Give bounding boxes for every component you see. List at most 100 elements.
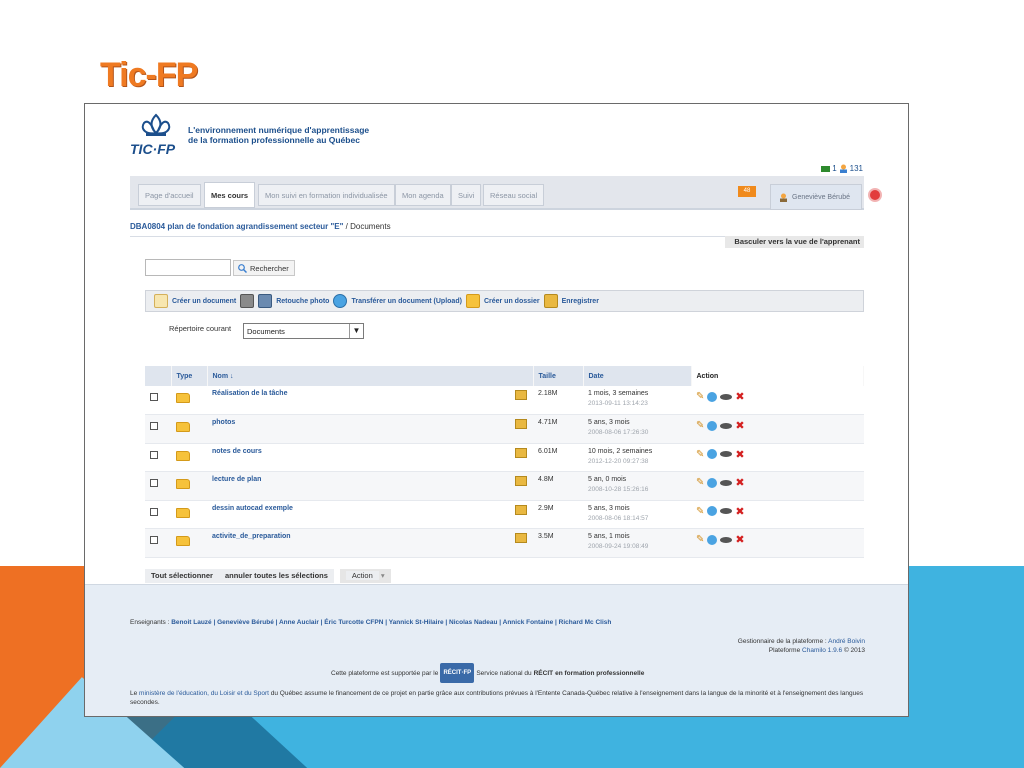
file-size: 4.71M bbox=[533, 414, 583, 444]
file-size: 6.01M bbox=[533, 443, 583, 473]
teachers-links[interactable]: Benoit Lauzé | Geneviève Bérubé | Anne A… bbox=[171, 619, 611, 626]
table-header-row: Type Nom ↓ Taille Date Action bbox=[145, 366, 864, 386]
edit-icon[interactable]: ✎ bbox=[696, 534, 704, 545]
row-checkbox[interactable] bbox=[150, 422, 158, 431]
tab-home[interactable]: Page d'accueil bbox=[138, 184, 201, 206]
file-timestamp: 2012-12-20 09:27:38 bbox=[588, 457, 649, 465]
move-icon[interactable] bbox=[707, 391, 718, 402]
file-name-link[interactable]: activite_de_preparation bbox=[212, 533, 291, 540]
record-icon bbox=[543, 294, 558, 308]
folder-download-icon[interactable] bbox=[515, 533, 527, 544]
teachers-label: Enseignants : bbox=[130, 619, 170, 626]
row-checkbox[interactable] bbox=[150, 536, 158, 545]
tab-social-network[interactable]: Réseau social bbox=[483, 184, 545, 206]
tab-agenda[interactable]: Mon agenda bbox=[395, 184, 451, 206]
visibility-eye-icon[interactable] bbox=[720, 451, 733, 458]
row-checkbox[interactable] bbox=[150, 479, 158, 488]
search-button[interactable]: Rechercher bbox=[233, 260, 295, 276]
table-row: notes de cours 6.01M 10 mois, 2 semaines 20… bbox=[145, 443, 864, 473]
folder-download-icon[interactable] bbox=[515, 504, 527, 515]
support-notice: Cette plateforme est supportée par le RÉ… bbox=[331, 663, 644, 683]
delete-icon[interactable]: ✖ bbox=[735, 533, 744, 546]
move-icon[interactable] bbox=[707, 420, 718, 431]
file-timestamp: 2008-08-06 17:26:30 bbox=[588, 429, 649, 437]
row-checkbox[interactable] bbox=[150, 450, 158, 459]
file-timestamp: 2008-10-28 15:26:16 bbox=[588, 486, 649, 494]
file-date: 5 ans, 3 mois bbox=[588, 504, 630, 512]
user-menu[interactable]: Geneviève Bérubé bbox=[770, 184, 862, 210]
user-avatar-icon bbox=[780, 193, 787, 202]
chevron-down-icon: ▾ bbox=[380, 571, 385, 580]
file-name-link[interactable]: notes de cours bbox=[212, 448, 262, 455]
select-all-button[interactable]: Tout sélectionner bbox=[145, 569, 219, 583]
file-name-link[interactable]: Réalisation de la tâche bbox=[212, 390, 287, 397]
bulk-actions: Tout sélectionner annuler toutes les sél… bbox=[145, 569, 391, 583]
logout-icon[interactable] bbox=[868, 188, 882, 202]
bulk-action-select[interactable]: Action ▾ bbox=[339, 569, 391, 583]
visibility-eye-icon[interactable] bbox=[720, 536, 733, 543]
move-icon[interactable] bbox=[707, 477, 718, 488]
edit-icon[interactable]: ✎ bbox=[696, 449, 704, 460]
header-date[interactable]: Date bbox=[583, 366, 692, 386]
recit-logo[interactable]: RÉCIT·FP bbox=[440, 663, 475, 683]
tab-individual-tracking[interactable]: Mon suivi en formation individualisée bbox=[258, 184, 395, 206]
tab-tracking[interactable]: Suivi bbox=[451, 184, 482, 206]
tab-my-courses[interactable]: Mes cours bbox=[204, 182, 256, 208]
file-name-link[interactable]: photos bbox=[212, 419, 235, 426]
notification-badge[interactable]: 48 bbox=[738, 186, 756, 197]
unselect-all-button[interactable]: annuler toutes les sélections bbox=[218, 569, 334, 583]
chat-icon bbox=[821, 165, 831, 172]
create-folder-button[interactable]: Créer un dossier bbox=[484, 298, 540, 305]
file-size: 3.5M bbox=[533, 528, 583, 559]
move-icon[interactable] bbox=[707, 506, 718, 517]
breadcrumb-course-link[interactable]: DBA0804 plan de fondation agrandissement… bbox=[130, 222, 343, 231]
file-name-link[interactable]: lecture de plan bbox=[212, 476, 261, 483]
row-checkbox[interactable] bbox=[150, 507, 158, 516]
magnifier-icon bbox=[238, 263, 247, 273]
search-input[interactable] bbox=[145, 259, 231, 276]
folder-download-icon[interactable] bbox=[515, 476, 527, 487]
row-checkbox[interactable] bbox=[150, 393, 158, 401]
file-size: 2.18M bbox=[533, 386, 583, 416]
header-name[interactable]: Nom ↓ bbox=[207, 366, 534, 386]
record-button[interactable]: Enregistrer bbox=[562, 298, 599, 305]
file-name-link[interactable]: dessin autocad exemple bbox=[212, 505, 293, 512]
breadcrumb: DBA0804 plan de fondation agrandissement… bbox=[130, 222, 391, 231]
folder-download-icon[interactable] bbox=[515, 419, 527, 430]
edit-icon[interactable]: ✎ bbox=[696, 506, 704, 517]
header-size[interactable]: Taille bbox=[533, 366, 584, 386]
header-type[interactable]: Type bbox=[171, 366, 208, 386]
move-icon[interactable] bbox=[707, 449, 718, 460]
ticfp-logo[interactable]: TIC·FP bbox=[130, 113, 182, 157]
edit-icon[interactable]: ✎ bbox=[696, 391, 704, 402]
support-recit: RÉCIT bbox=[533, 669, 554, 677]
file-size: 4.8M bbox=[533, 471, 583, 501]
current-directory-select[interactable]: Documents ▼ bbox=[243, 323, 364, 339]
ministry-link[interactable]: ministère de l'éducation, du Loisir et d… bbox=[139, 690, 269, 697]
admin-name-link[interactable]: André Boivin bbox=[828, 638, 865, 645]
move-icon[interactable] bbox=[707, 534, 718, 545]
upload-button[interactable]: Transférer un document (Upload) bbox=[351, 298, 461, 305]
folder-download-icon[interactable] bbox=[515, 447, 527, 458]
visibility-eye-icon[interactable] bbox=[720, 393, 733, 400]
online-users[interactable]: 1 131 bbox=[821, 164, 863, 173]
delete-icon[interactable]: ✖ bbox=[735, 390, 744, 403]
switch-to-student-view-button[interactable]: Basculer vers la vue de l'apprenant bbox=[725, 236, 864, 248]
tagline-line-1: L'environnement numérique d'apprentissag… bbox=[188, 125, 370, 135]
photo-retouch-button[interactable]: Retouche photo bbox=[276, 298, 329, 305]
delete-icon[interactable]: ✖ bbox=[735, 505, 744, 518]
edit-icon[interactable]: ✎ bbox=[696, 477, 704, 488]
platform-info: Gestionnaire de la plateforme : André Bo… bbox=[738, 637, 865, 655]
visibility-eye-icon[interactable] bbox=[720, 479, 733, 486]
delete-icon[interactable]: ✖ bbox=[735, 419, 744, 432]
delete-icon[interactable]: ✖ bbox=[735, 448, 744, 461]
create-document-button[interactable]: Créer un document bbox=[172, 298, 236, 305]
visibility-eye-icon[interactable] bbox=[720, 422, 733, 429]
visibility-eye-icon[interactable] bbox=[720, 508, 733, 515]
folder-download-icon[interactable] bbox=[515, 390, 527, 400]
breadcrumb-separator: / bbox=[345, 222, 348, 231]
platform-link[interactable]: Chamilo 1.9.6 bbox=[802, 647, 842, 654]
admin-label: Gestionnaire de la plateforme : bbox=[737, 638, 827, 645]
delete-icon[interactable]: ✖ bbox=[735, 476, 744, 489]
edit-icon[interactable]: ✎ bbox=[696, 420, 704, 431]
